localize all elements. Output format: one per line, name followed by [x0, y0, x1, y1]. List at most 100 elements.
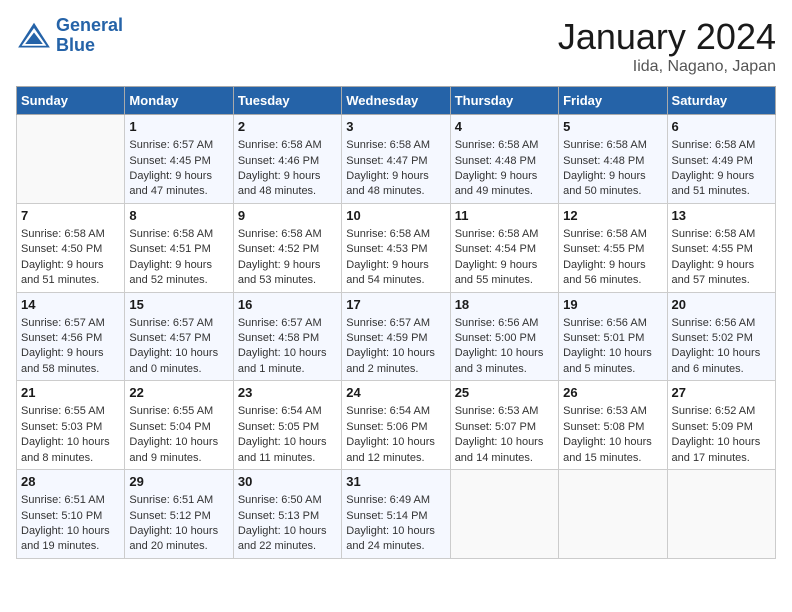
logo: GeneralBlue — [16, 16, 123, 56]
calendar-cell: 12 Sunrise: 6:58 AMSunset: 4:55 PMDayligh… — [559, 203, 667, 292]
day-number: 5 — [563, 118, 662, 136]
calendar-cell: 26Sunrise: 6:53 AMSunset: 5:08 PMDayligh… — [559, 381, 667, 470]
day-info: Sunset: 4:53 PM — [346, 242, 445, 257]
calendar-cell: 6Sunrise: 6:58 AMSunset: 4:49 PMDaylight… — [667, 115, 775, 204]
day-number: 10 — [346, 207, 445, 225]
day-info: Daylight: 10 hours — [129, 346, 228, 361]
day-info: Sunset: 5:00 PM — [455, 331, 554, 346]
calendar-title: January 2024 — [558, 16, 776, 58]
day-info: and 57 minutes. — [672, 273, 771, 288]
day-info: Sunset: 5:05 PM — [238, 420, 337, 435]
day-info: Sunrise: 6:58 AM — [563, 227, 662, 242]
day-info: Sunset: 4:59 PM — [346, 331, 445, 346]
day-info: Sunrise: 6:58 AM — [455, 138, 554, 153]
day-number: 1 — [129, 118, 228, 136]
day-info: Sunrise: 6:58 AM — [238, 227, 337, 242]
day-number: 12 — [563, 207, 662, 225]
day-info: Daylight: 9 hours — [21, 258, 120, 273]
page-header: GeneralBlue January 2024 Iida, Nagano, J… — [16, 16, 776, 76]
day-info: and 5 minutes. — [563, 362, 662, 377]
day-info: and 2 minutes. — [346, 362, 445, 377]
day-info: Sunset: 5:14 PM — [346, 509, 445, 524]
day-info: Daylight: 10 hours — [346, 524, 445, 539]
day-info: Sunrise: 6:50 AM — [238, 493, 337, 508]
day-info: and 56 minutes. — [563, 273, 662, 288]
day-number: 4 — [455, 118, 554, 136]
day-info: and 48 minutes. — [238, 184, 337, 199]
day-info: Sunrise: 6:58 AM — [455, 227, 554, 242]
calendar-cell: 28Sunrise: 6:51 AMSunset: 5:10 PMDayligh… — [17, 470, 125, 559]
day-info: Sunrise: 6:56 AM — [672, 316, 771, 331]
day-info: Sunset: 5:13 PM — [238, 509, 337, 524]
day-info: Daylight: 9 hours — [672, 258, 771, 273]
day-number: 26 — [563, 384, 662, 402]
day-info: Sunrise: 6:57 AM — [129, 316, 228, 331]
calendar-cell: 15 Sunrise: 6:57 AMSunset: 4:57 PMDayligh… — [125, 292, 233, 381]
calendar-cell: 3Sunrise: 6:58 AMSunset: 4:47 PMDaylight… — [342, 115, 450, 204]
day-info: Daylight: 10 hours — [346, 346, 445, 361]
day-info: and 11 minutes. — [238, 451, 337, 466]
day-info: Daylight: 10 hours — [238, 346, 337, 361]
calendar-cell — [17, 115, 125, 204]
day-number: 24 — [346, 384, 445, 402]
calendar-cell: 2Sunrise: 6:58 AMSunset: 4:46 PMDaylight… — [233, 115, 341, 204]
day-info: Daylight: 9 hours — [238, 169, 337, 184]
day-info: and 12 minutes. — [346, 451, 445, 466]
calendar-cell: 27Sunrise: 6:52 AMSunset: 5:09 PMDayligh… — [667, 381, 775, 470]
calendar-cell: 8Sunrise: 6:58 AMSunset: 4:51 PMDaylight… — [125, 203, 233, 292]
day-info: Sunset: 4:57 PM — [129, 331, 228, 346]
calendar-cell: 20Sunrise: 6:56 AMSunset: 5:02 PMDayligh… — [667, 292, 775, 381]
day-info: Daylight: 10 hours — [129, 524, 228, 539]
day-info: Sunset: 4:50 PM — [21, 242, 120, 257]
calendar-subtitle: Iida, Nagano, Japan — [558, 58, 776, 76]
day-info: Daylight: 10 hours — [563, 435, 662, 450]
day-info: and 50 minutes. — [563, 184, 662, 199]
day-number: 22 — [129, 384, 228, 402]
day-info: Sunset: 4:52 PM — [238, 242, 337, 257]
day-info: and 49 minutes. — [455, 184, 554, 199]
day-info: Sunset: 4:55 PM — [563, 242, 662, 257]
day-info: and 0 minutes. — [129, 362, 228, 377]
day-number: 15 — [129, 296, 228, 314]
day-number: 3 — [346, 118, 445, 136]
day-info: Daylight: 9 hours — [455, 258, 554, 273]
day-number: 21 — [21, 384, 120, 402]
day-number: 28 — [21, 473, 120, 491]
calendar-cell: 4Sunrise: 6:58 AMSunset: 4:48 PMDaylight… — [450, 115, 558, 204]
calendar-cell: 13Sunrise: 6:58 AMSunset: 4:55 PMDayligh… — [667, 203, 775, 292]
day-number: 6 — [672, 118, 771, 136]
day-info: and 58 minutes. — [21, 362, 120, 377]
day-number: 23 — [238, 384, 337, 402]
day-info: Daylight: 9 hours — [563, 258, 662, 273]
calendar-cell: 30Sunrise: 6:50 AMSunset: 5:13 PMDayligh… — [233, 470, 341, 559]
day-info: Sunrise: 6:56 AM — [563, 316, 662, 331]
day-info: Daylight: 10 hours — [21, 524, 120, 539]
day-info: Daylight: 10 hours — [346, 435, 445, 450]
day-info: Sunrise: 6:57 AM — [129, 138, 228, 153]
day-info: Daylight: 9 hours — [346, 258, 445, 273]
day-info: Sunrise: 6:58 AM — [129, 227, 228, 242]
calendar-cell — [559, 470, 667, 559]
day-info: Sunset: 5:12 PM — [129, 509, 228, 524]
day-info: Sunrise: 6:54 AM — [346, 404, 445, 419]
day-number: 16 — [238, 296, 337, 314]
day-info: Sunset: 5:01 PM — [563, 331, 662, 346]
day-info: Sunset: 4:55 PM — [672, 242, 771, 257]
calendar-week-4: 21Sunrise: 6:55 AMSunset: 5:03 PMDayligh… — [17, 381, 776, 470]
day-info: Daylight: 10 hours — [21, 435, 120, 450]
calendar-week-2: 7Sunrise: 6:58 AMSunset: 4:50 PMDaylight… — [17, 203, 776, 292]
day-info: Daylight: 10 hours — [455, 346, 554, 361]
day-info: Sunrise: 6:58 AM — [672, 138, 771, 153]
day-info: Sunset: 4:56 PM — [21, 331, 120, 346]
day-header-monday: Monday — [125, 87, 233, 115]
calendar-cell: 16Sunrise: 6:57 AMSunset: 4:58 PMDayligh… — [233, 292, 341, 381]
calendar-cell: 19Sunrise: 6:56 AMSunset: 5:01 PMDayligh… — [559, 292, 667, 381]
title-block: January 2024 Iida, Nagano, Japan — [558, 16, 776, 76]
calendar-cell: 22Sunrise: 6:55 AMSunset: 5:04 PMDayligh… — [125, 381, 233, 470]
calendar-cell: 11Sunrise: 6:58 AMSunset: 4:54 PMDayligh… — [450, 203, 558, 292]
calendar-header-row: SundayMondayTuesdayWednesdayThursdayFrid… — [17, 87, 776, 115]
day-info: and 51 minutes. — [672, 184, 771, 199]
calendar-cell: 21Sunrise: 6:55 AMSunset: 5:03 PMDayligh… — [17, 381, 125, 470]
day-number: 31 — [346, 473, 445, 491]
calendar-cell — [450, 470, 558, 559]
